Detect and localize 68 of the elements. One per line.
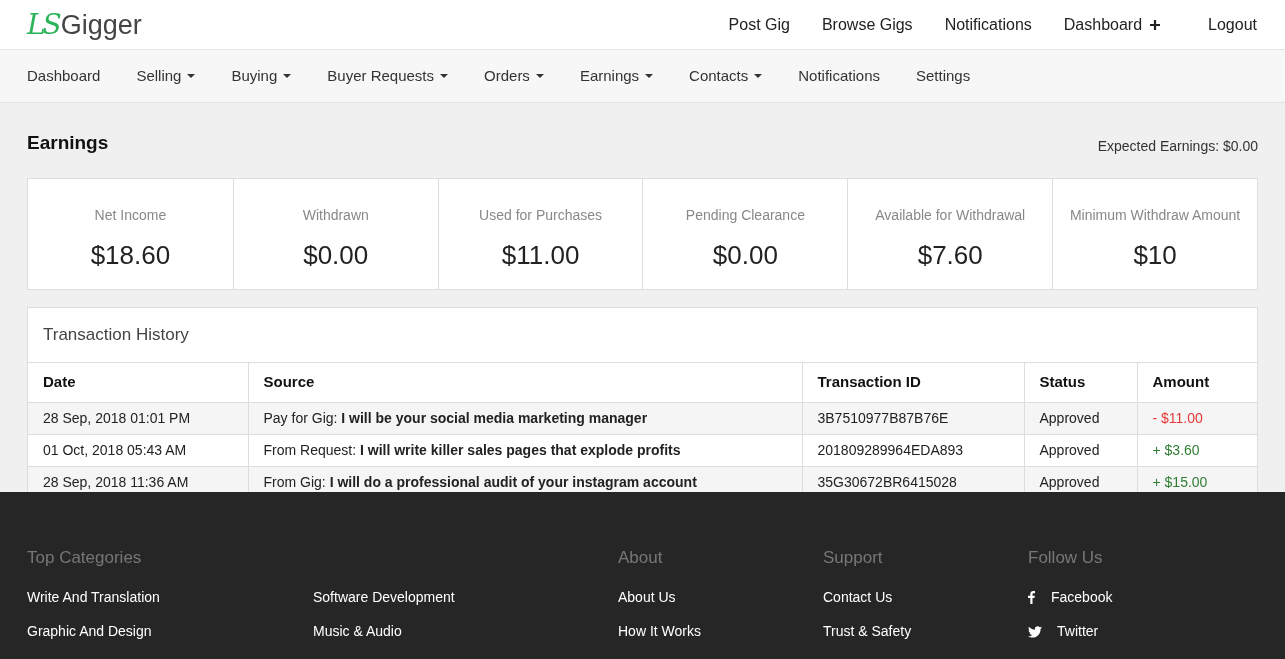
caret-icon (535, 74, 544, 78)
twitter-icon (1028, 625, 1042, 638)
menu-item[interactable]: Dashboard (27, 64, 101, 88)
stat-value: $11.00 (501, 238, 580, 272)
table-cell: Approved (1024, 402, 1137, 434)
column-header: Status (1024, 362, 1137, 402)
footer-heading: Support (823, 547, 884, 565)
footer-link[interactable]: Graphic And Design (27, 623, 152, 639)
table-cell: 201809289964EDA893 (802, 434, 1024, 466)
menu-item[interactable]: Earnings (579, 64, 654, 88)
menu-item[interactable]: Buying (231, 64, 292, 88)
nav-link[interactable]: Notifications (944, 12, 1032, 37)
social-link[interactable]: Facebook (1028, 587, 1113, 608)
facebook-icon (1028, 591, 1035, 604)
caret-icon (187, 74, 196, 78)
menu-item[interactable]: Orders (484, 64, 544, 88)
table-cell: 28 Sep, 2018 01:01 PM (28, 402, 248, 434)
caret-icon (283, 74, 292, 78)
table-cell: Pay for Gig: I will be your social media marketing manager (248, 402, 802, 434)
nav-link[interactable]: Browse Gigs (821, 12, 913, 37)
table-cell: 01 Oct, 2018 05:43 AM (28, 434, 248, 466)
menu-item[interactable]: Notifications (798, 64, 880, 88)
table-cell: + $3.60 (1137, 434, 1257, 466)
footer-heading: Top Categories (27, 547, 143, 565)
stat-label: Available for Withdrawal (875, 205, 1026, 225)
footer-link[interactable]: Trust & Safety (823, 621, 912, 642)
stat-value: $18.60 (90, 238, 171, 272)
menu-item[interactable]: Selling (136, 64, 196, 88)
nav-link[interactable]: Logout (1208, 12, 1257, 37)
stat-label: Withdrawn (302, 205, 369, 225)
stat-value: $0.00 (712, 238, 778, 272)
stat-value: $0.00 (303, 238, 369, 272)
logo[interactable]: LSGigger (27, 10, 142, 39)
column-header: Amount (1137, 362, 1257, 402)
nav-link[interactable]: Post Gig (728, 12, 790, 37)
footer-link[interactable]: Music & Audio (313, 623, 402, 639)
stat-label: Minimum Withdraw Amount (1069, 205, 1241, 225)
expected-earnings: Expected Earnings: $0.00 (1097, 136, 1258, 156)
stat-value: $7.60 (917, 238, 983, 272)
column-header: Transaction ID (802, 362, 1024, 402)
table-cell: From Request: I will write killer sales pages that explode profits (248, 434, 802, 466)
caret-icon (440, 74, 449, 78)
table-cell: 3B7510977B87B76E (802, 402, 1024, 434)
table-cell: Approved (1024, 434, 1137, 466)
menu-item[interactable]: Buyer Requests (327, 64, 449, 88)
footer-heading: Follow Us (1028, 547, 1104, 565)
stat-label: Used for Purchases (479, 205, 603, 225)
caret-icon (754, 74, 763, 78)
footer-link[interactable]: How It Works (618, 621, 701, 642)
footer-heading: About (618, 547, 664, 565)
column-header: Source (248, 362, 802, 402)
footer-link[interactable]: Software Development (313, 589, 455, 605)
social-link[interactable]: Twitter (1028, 621, 1099, 642)
card-title: Transaction History (43, 323, 189, 346)
column-header: Date (28, 362, 248, 402)
page-title: Earnings (27, 131, 109, 155)
stat-label: Net Income (94, 205, 167, 225)
stat-label: Pending Clearance (685, 205, 805, 225)
caret-icon (645, 74, 654, 78)
plus-icon (1150, 19, 1161, 30)
footer-link[interactable]: Write And Translation (27, 589, 160, 605)
menu-item[interactable]: Contacts (689, 64, 763, 88)
nav-link[interactable]: Dashboard (1063, 12, 1177, 37)
footer-link[interactable]: Contact Us (823, 587, 893, 608)
stat-value: $10 (1133, 238, 1177, 272)
table-cell: - $11.00 (1137, 402, 1257, 434)
menu-item[interactable]: Settings (916, 64, 971, 88)
footer-link[interactable]: About Us (618, 587, 676, 608)
